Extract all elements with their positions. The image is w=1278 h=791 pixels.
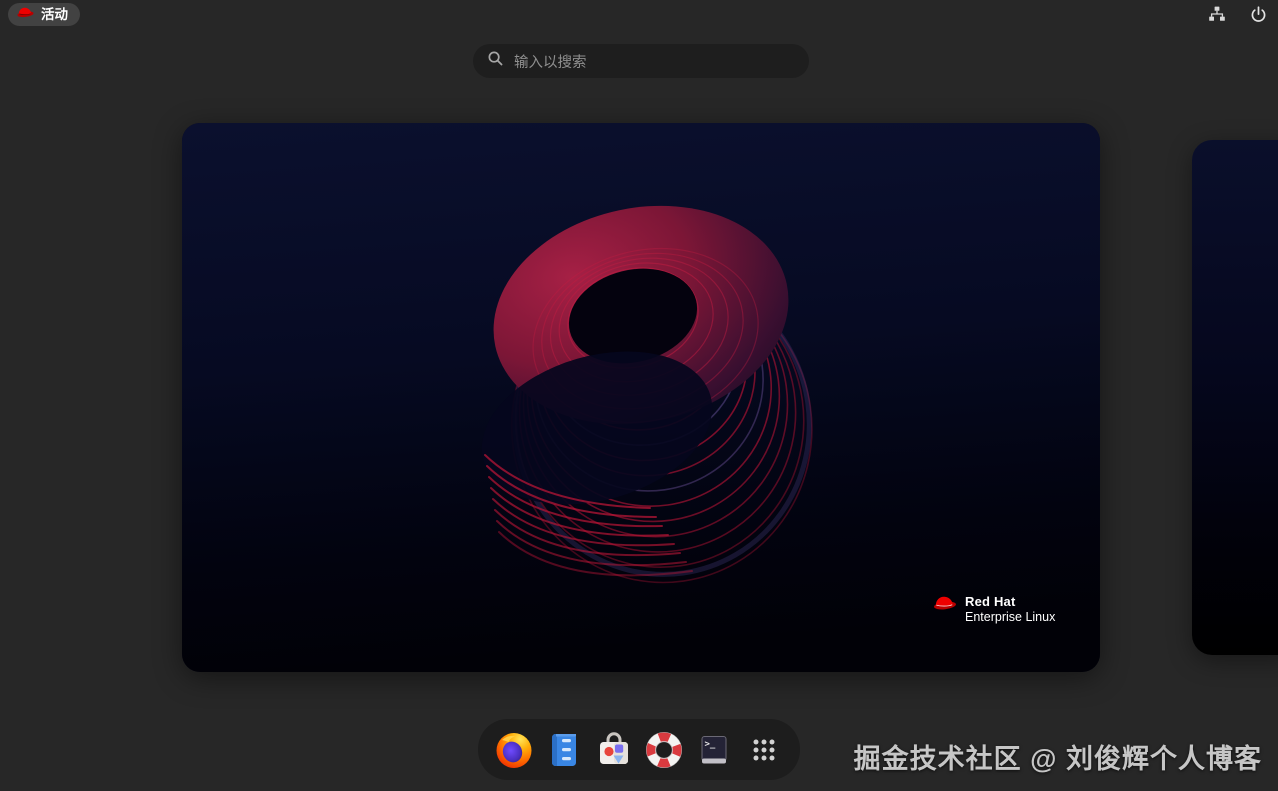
dock-item-files[interactable] <box>539 719 589 780</box>
search-bar[interactable]: 输入以搜索 <box>473 44 809 78</box>
dock: >_ <box>478 719 800 780</box>
dock-item-firefox[interactable] <box>489 719 539 780</box>
dock-item-app-grid[interactable] <box>739 719 789 780</box>
dock-item-software[interactable] <box>589 719 639 780</box>
rhel9-wallpaper <box>182 123 1100 672</box>
terminal-icon: >_ <box>701 735 727 763</box>
rhel-logo: Red Hat Enterprise Linux <box>932 593 1055 624</box>
dock-item-terminal[interactable]: >_ <box>689 719 739 780</box>
app-grid-icon <box>753 739 775 760</box>
redhat-fedora-icon <box>932 593 958 617</box>
activities-label: 活动 <box>41 6 68 22</box>
dock-item-help[interactable] <box>639 719 689 780</box>
search-placeholder: 输入以搜索 <box>514 54 587 71</box>
network-wired-icon[interactable] <box>1207 4 1227 29</box>
top-bar: 活动 <box>0 0 1278 28</box>
rhel-logo-title: Red Hat <box>965 594 1016 609</box>
gnome-activities-overview: 活动 输入以搜索 Red Hat Enterprise Linux >_ 掘金技… <box>0 0 1278 791</box>
search-icon <box>487 50 504 72</box>
system-status-area <box>1207 4 1268 29</box>
files-icon <box>552 733 576 766</box>
help-lifebuoy-icon <box>646 731 682 768</box>
watermark-text: 掘金技术社区 @ 刘俊辉个人博客 <box>853 744 1262 774</box>
redhat-fedora-icon <box>16 5 35 24</box>
activities-button[interactable]: 活动 <box>8 3 80 26</box>
software-icon <box>600 731 628 764</box>
power-icon[interactable] <box>1249 5 1268 29</box>
workspace-preview-next[interactable] <box>1192 140 1278 655</box>
firefox-icon <box>496 732 532 768</box>
workspace-preview-main[interactable]: Red Hat Enterprise Linux <box>182 123 1100 672</box>
svg-text:>_: >_ <box>705 739 716 749</box>
rhel-logo-subtitle: Enterprise Linux <box>965 609 1056 624</box>
